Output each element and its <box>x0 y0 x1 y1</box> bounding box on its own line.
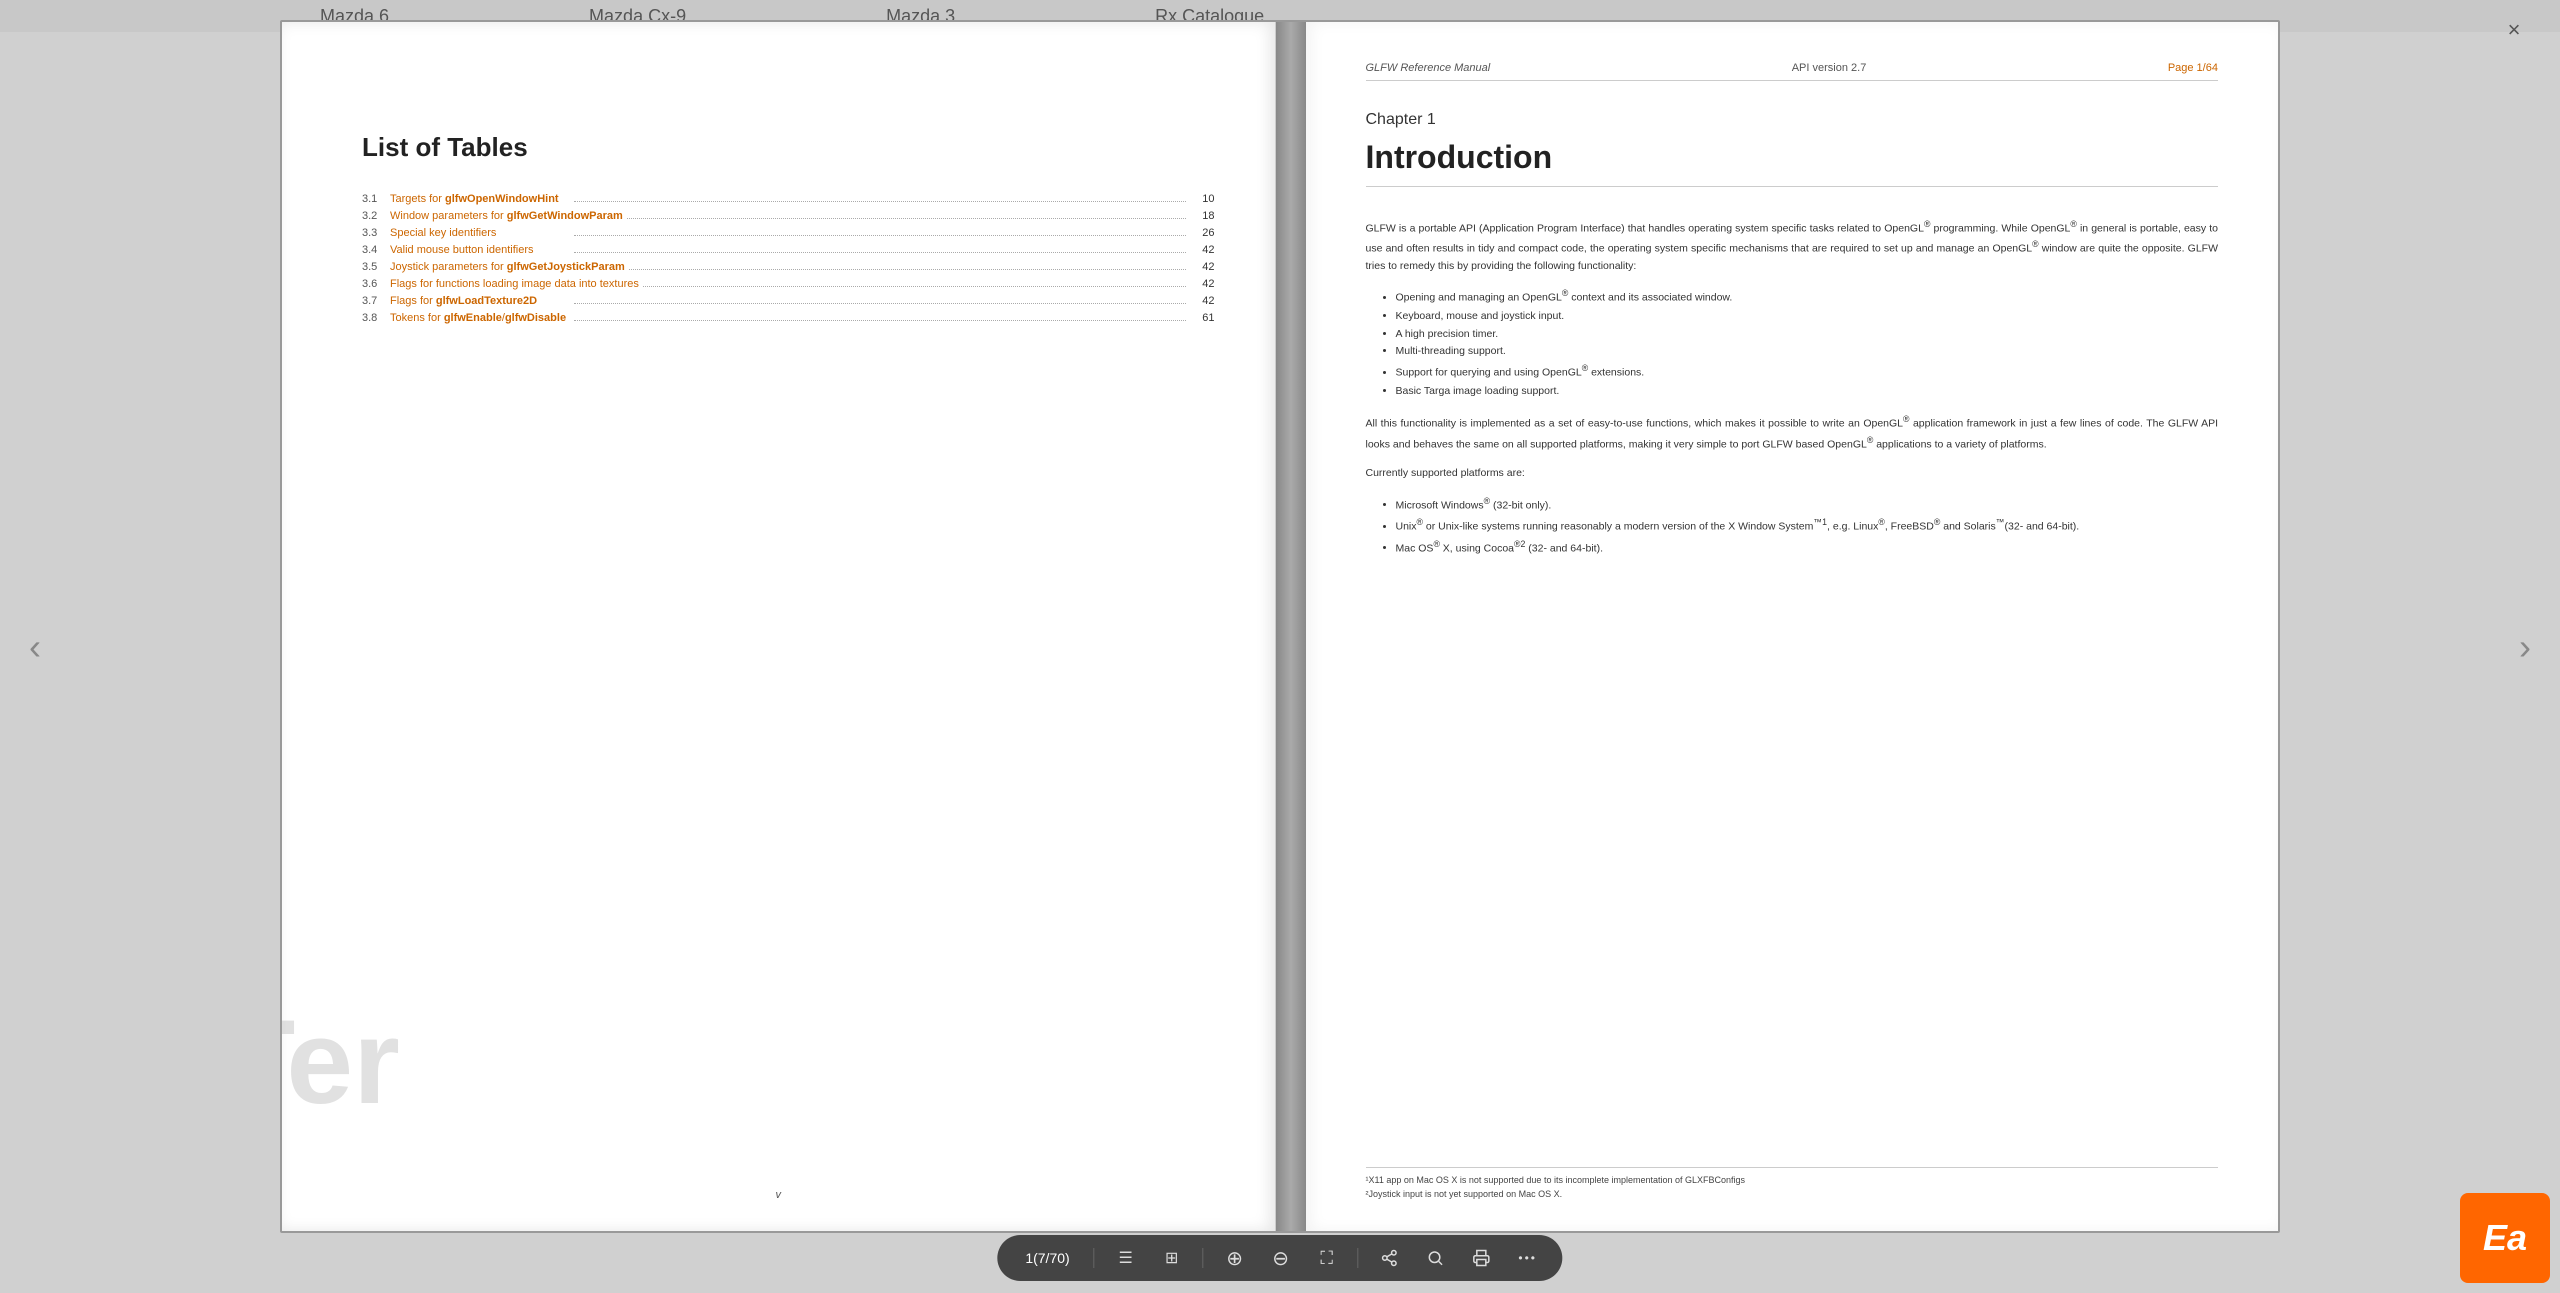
print-button[interactable] <box>1467 1243 1497 1273</box>
left-page: List of Tables 3.1 Targets for glfwOpenW… <box>282 22 1276 1231</box>
share-button[interactable] <box>1375 1243 1405 1273</box>
toolbar: 1(7/70) ☰ ⊞ ⊕ ⊖ ⛶ ••• <box>997 1235 1562 1281</box>
platform-unix: Unix® or Unix-like systems running reaso… <box>1396 515 2219 536</box>
intro-paragraph: GLFW is a portable API (Application Prog… <box>1366 217 2219 274</box>
search-button[interactable] <box>1421 1243 1451 1273</box>
toc-entry-3-2: 3.2 Window parameters for glfwGetWindowP… <box>362 210 1215 222</box>
functionality-list: Opening and managing an OpenGL® context … <box>1396 286 2219 400</box>
right-page: GLFW Reference Manual API version 2.7 Pa… <box>1306 22 2279 1231</box>
toolbar-divider-3 <box>1358 1248 1359 1268</box>
para3: Currently supported platforms are: <box>1366 465 2219 482</box>
left-page-title: List of Tables <box>362 132 1215 163</box>
para2: All this functionality is implemented as… <box>1366 412 2219 453</box>
book-spine <box>1276 22 1306 1231</box>
close-button[interactable]: × <box>2498 14 2530 46</box>
toolbar-page-info: 1(7/70) <box>1017 1250 1077 1266</box>
platforms-list: Microsoft Windows® (32-bit only). Unix® … <box>1396 494 2219 558</box>
nav-arrow-left[interactable]: ‹ <box>10 607 60 687</box>
toolbar-divider-1 <box>1094 1248 1095 1268</box>
left-page-number: v <box>776 1189 782 1201</box>
footnote-1: ¹X11 app on Mac OS X is not supported du… <box>1366 1174 2219 1188</box>
toc-entry-3-7: 3.7 Flags for glfwLoadTexture2D 42 <box>362 295 1215 307</box>
platform-windows: Microsoft Windows® (32-bit only). <box>1396 494 2219 515</box>
chapter-label: Chapter 1 <box>1366 111 2219 129</box>
grid-view-button[interactable]: ⊞ <box>1157 1243 1187 1273</box>
bullet-item-6: Basic Targa image loading support. <box>1396 383 2219 401</box>
header-title: GLFW Reference Manual <box>1366 62 1491 74</box>
fullscreen-button[interactable]: ⛶ <box>1312 1243 1342 1273</box>
page-header: GLFW Reference Manual API version 2.7 Pa… <box>1366 62 2219 81</box>
list-view-button[interactable]: ☰ <box>1111 1243 1141 1273</box>
toc-entry-3-4: 3.4 Valid mouse button identifiers 42 <box>362 244 1215 256</box>
toc-entry-3-5: 3.5 Joystick parameters for glfwGetJoyst… <box>362 261 1215 273</box>
nav-arrow-right[interactable]: › <box>2500 607 2550 687</box>
bullet-item-5: Support for querying and using OpenGL® e… <box>1396 361 2219 382</box>
book-container: Ma List of Tables 3.1 Targets for glfwOp… <box>280 20 2280 1233</box>
watermark-bottom: Ter <box>280 993 400 1131</box>
bullet-item-2: Keyboard, mouse and joystick input. <box>1396 308 2219 326</box>
platform-mac: Mac OS® X, using Cocoa®2 (32- and 64-bit… <box>1396 537 2219 558</box>
toc-entry-3-6: 3.6 Flags for functions loading image da… <box>362 278 1215 290</box>
header-version: API version 2.7 <box>1792 62 1867 74</box>
bullet-item-4: Multi-threading support. <box>1396 343 2219 361</box>
zoom-in-button[interactable]: ⊕ <box>1220 1243 1250 1273</box>
toc-entry-3-3: 3.3 Special key identifiers 26 <box>362 227 1215 239</box>
bullet-item-1: Opening and managing an OpenGL® context … <box>1396 286 2219 307</box>
toc-entry-3-8: 3.8 Tokens for glfwEnable/glfwDisable 61 <box>362 312 1215 324</box>
bullet-item-3: A high precision timer. <box>1396 326 2219 344</box>
toolbar-divider-2 <box>1203 1248 1204 1268</box>
toc-list: 3.1 Targets for glfwOpenWindowHint 10 3.… <box>362 193 1215 324</box>
toc-entry-3-1: 3.1 Targets for glfwOpenWindowHint 10 <box>362 193 1215 205</box>
footnote-area: ¹X11 app on Mac OS X is not supported du… <box>1366 1167 2219 1201</box>
footnote-2: ²Joystick input is not yet supported on … <box>1366 1188 2219 1202</box>
zoom-out-button[interactable]: ⊖ <box>1266 1243 1296 1273</box>
chapter-title: Introduction <box>1366 139 2219 187</box>
header-page: Page 1/64 <box>2168 62 2218 74</box>
ea-badge: Ea <box>2460 1193 2550 1283</box>
more-button[interactable]: ••• <box>1513 1243 1543 1273</box>
